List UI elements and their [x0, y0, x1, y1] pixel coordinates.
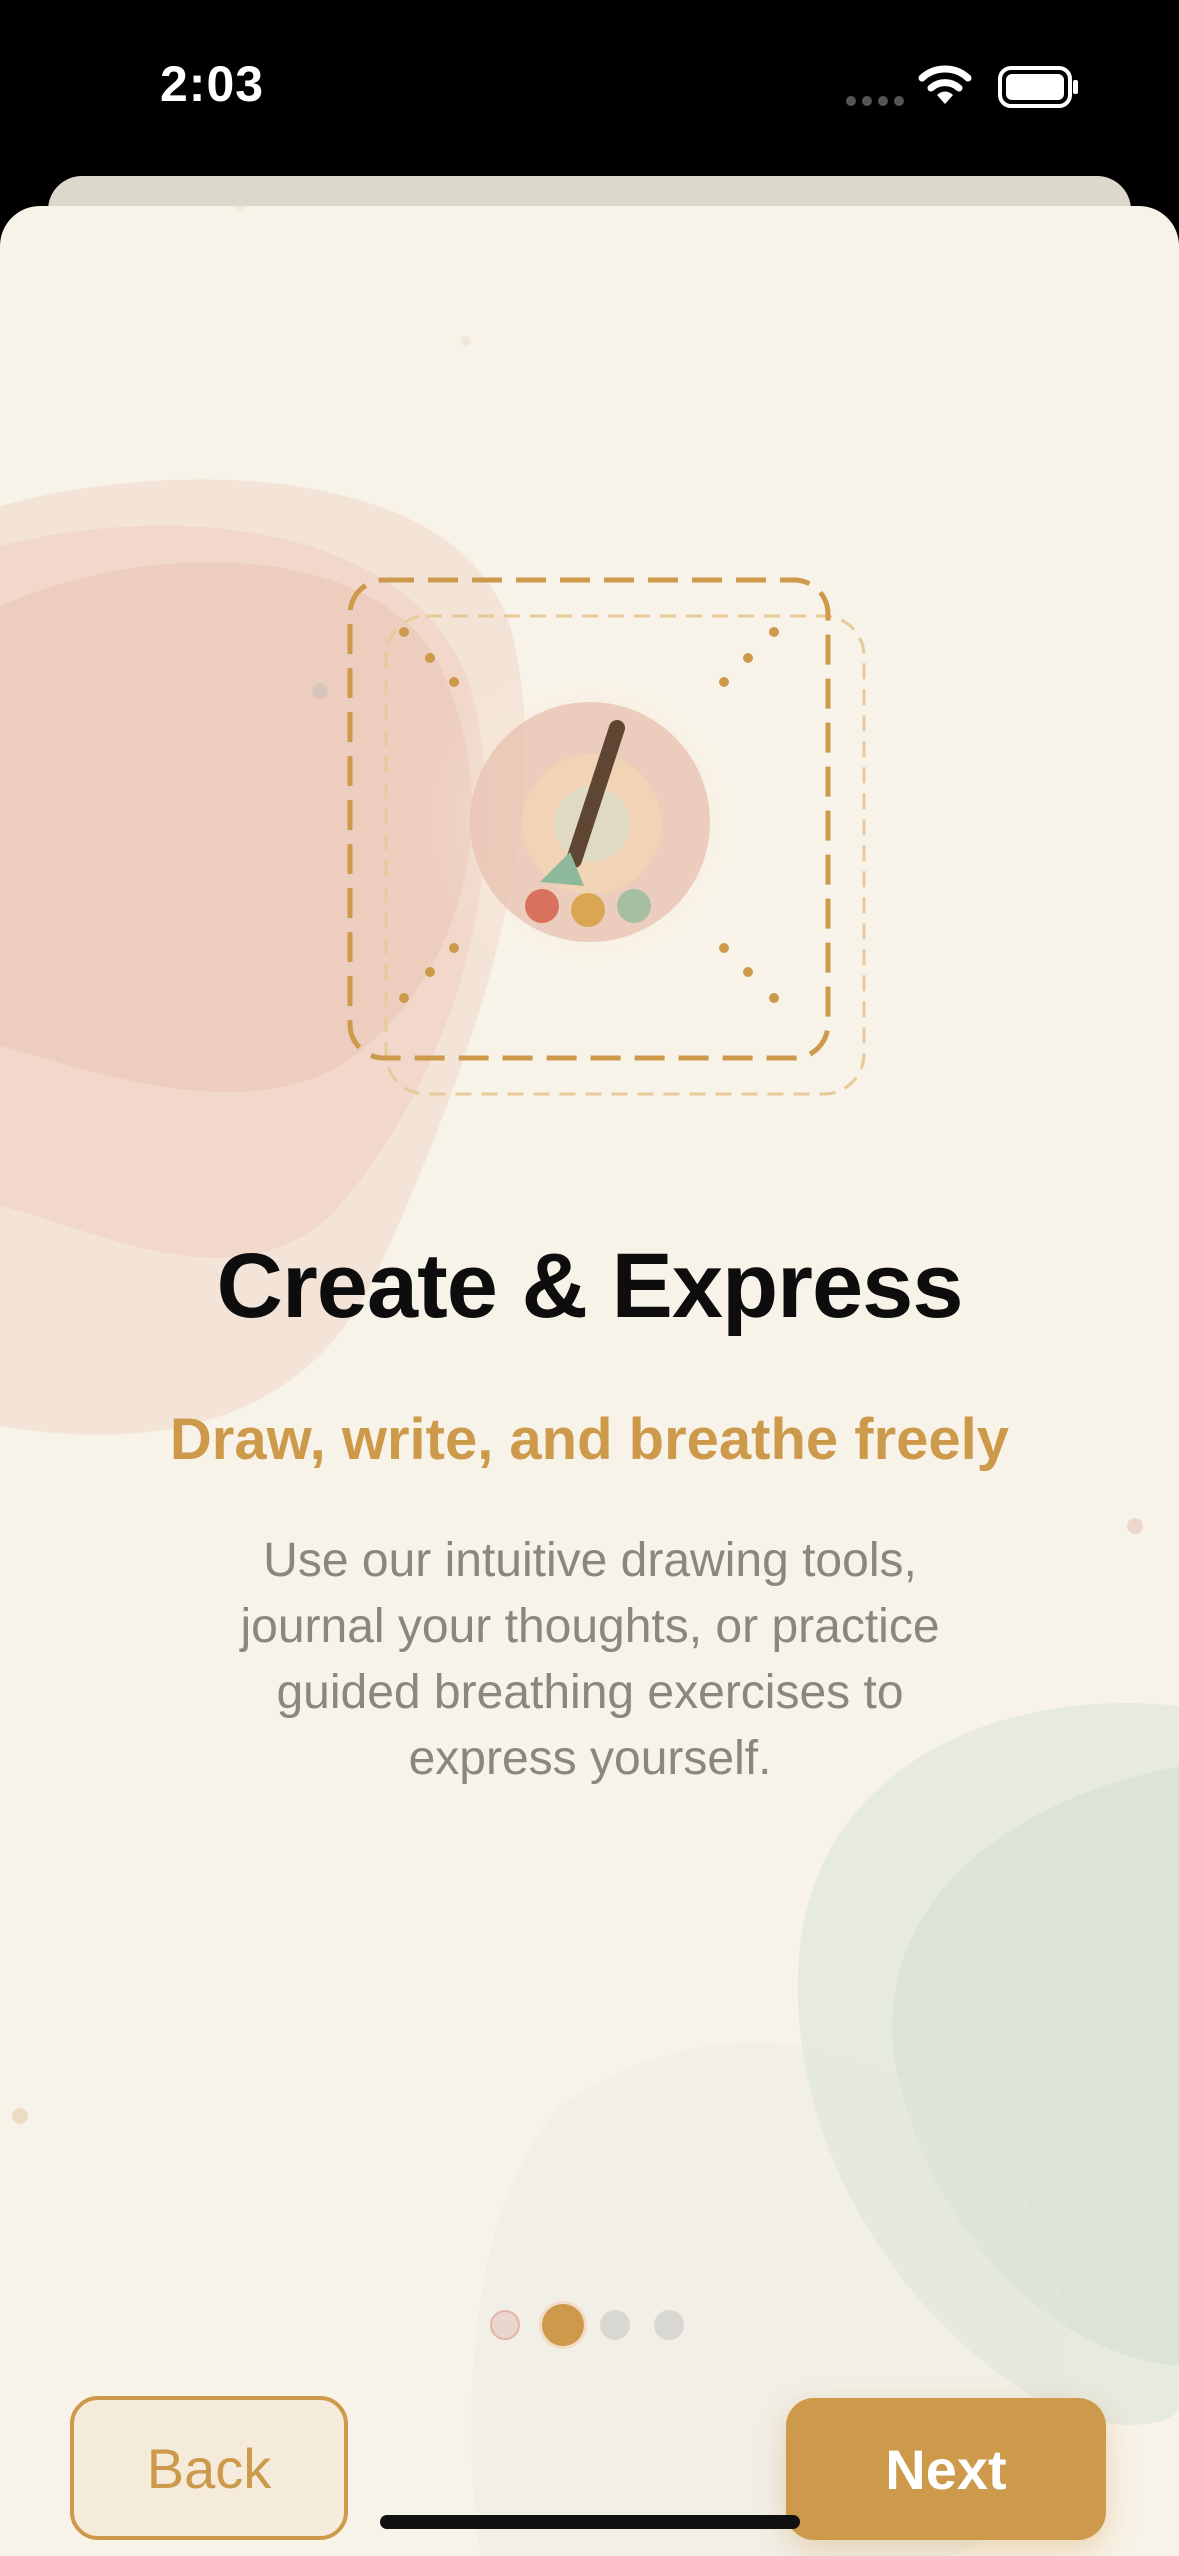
onboarding-subtitle: Draw, write, and breathe freely	[169, 1407, 1010, 1472]
wifi-icon	[918, 65, 972, 104]
cellular-signal-icon	[846, 96, 904, 106]
battery-icon	[998, 66, 1078, 108]
status-time: 2:03	[160, 56, 265, 112]
page-dot-1[interactable]	[490, 2310, 520, 2340]
background-decoration	[0, 206, 1179, 2556]
page-dot-2-active[interactable]	[542, 2304, 584, 2346]
next-button[interactable]: Next	[786, 2398, 1106, 2540]
status-bar: 2:03	[0, 0, 1179, 178]
onboarding-title: Create & Express	[216, 1235, 964, 1337]
onboarding-description: Use our intuitive drawing tools, journal…	[240, 1534, 940, 1785]
paintbrush-palette-icon	[347, 577, 866, 1096]
back-button[interactable]: Back	[70, 2396, 348, 2540]
page-dot-3[interactable]	[600, 2310, 630, 2340]
home-indicator	[380, 2515, 800, 2529]
onboarding-sheet: Create & Express Draw, write, and breath…	[0, 206, 1179, 2556]
page-dot-4[interactable]	[654, 2310, 684, 2340]
